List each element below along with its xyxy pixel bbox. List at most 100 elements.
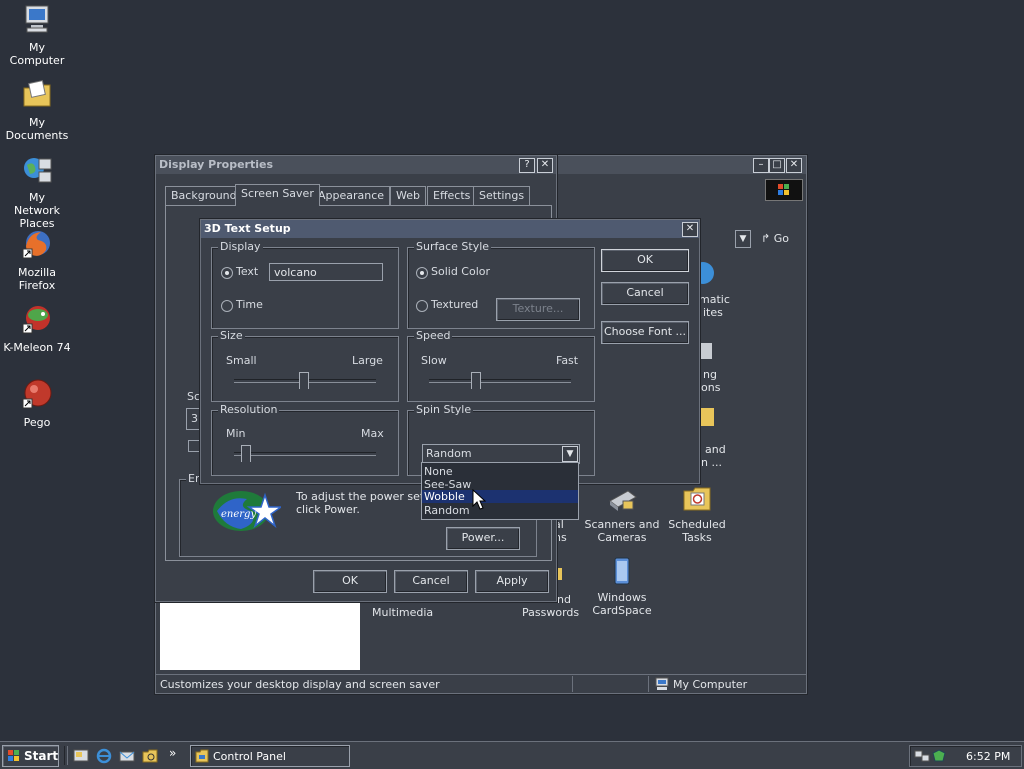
show-desktop-icon[interactable]: [73, 748, 89, 764]
power-button[interactable]: Power...: [446, 527, 520, 550]
maximize-button[interactable]: □: [769, 158, 785, 173]
partial-label: matic: [699, 293, 730, 306]
minimize-button[interactable]: –: [753, 158, 769, 173]
spin-option-wobble-highlight[interactable]: Wobble: [422, 490, 578, 503]
cancel-button[interactable]: Cancel: [394, 570, 468, 593]
printers-icon: [698, 343, 712, 359]
tab-strip: Background Screen Saver Appearance Web E…: [165, 184, 550, 206]
control-item-windows-cardspace[interactable]: Windows CardSpace: [582, 556, 662, 617]
solid-color-label: Solid Color: [431, 265, 491, 278]
task-control-panel[interactable]: Control Panel: [190, 745, 350, 767]
res-min-label: Min: [226, 427, 246, 440]
control-panel-icon: [195, 749, 209, 763]
desktop-icon-mozilla-firefox[interactable]: Mozilla Firefox: [0, 228, 74, 292]
speed-slow-label: Slow: [421, 354, 447, 367]
size-group: Size: [211, 329, 399, 402]
spin-option-none[interactable]: None: [424, 465, 453, 478]
desktop-icon-my-documents[interactable]: My Documents: [0, 78, 74, 142]
speed-slider-thumb[interactable]: [471, 372, 481, 389]
desktop-icon-label: Pego: [23, 416, 51, 429]
scheduled-tasks-icon: [683, 487, 711, 511]
choose-font-button[interactable]: Choose Font ...: [601, 321, 689, 344]
svg-text:energy: energy: [221, 509, 256, 520]
close-button[interactable]: ✕: [786, 158, 802, 173]
status-divider: [648, 676, 649, 692]
settings-button-partial[interactable]: [188, 440, 200, 452]
windows-explorer-icon[interactable]: [142, 748, 158, 764]
clock: 6:52 PM: [966, 750, 1011, 763]
desktop-icon-my-computer[interactable]: My Computer: [0, 3, 74, 67]
apply-button[interactable]: Apply: [475, 570, 549, 593]
size-slider-thumb[interactable]: [299, 372, 309, 389]
partial-label: Passwords: [522, 606, 580, 619]
energy-text-line2: click Power.: [296, 503, 360, 516]
go-arrow-icon: ↱: [761, 232, 771, 245]
desktop-icon-label: My Documents: [5, 116, 69, 142]
task-label: Control Panel: [213, 750, 286, 763]
solid-color-radio[interactable]: [416, 267, 428, 279]
status-bar: Customizes your desktop display and scre…: [156, 674, 806, 694]
display-properties-titlebar[interactable]: Display Properties: [156, 156, 556, 174]
close-button[interactable]: ✕: [537, 158, 553, 173]
desktop-icon-pego[interactable]: Pego: [0, 378, 74, 429]
texture-button[interactable]: Texture...: [496, 298, 580, 321]
partial-label: ons: [701, 381, 721, 394]
text-input[interactable]: [269, 263, 383, 281]
tab-screen-saver[interactable]: Screen Saver: [235, 184, 320, 206]
size-small-label: Small: [226, 354, 257, 367]
quicklaunch-chevron[interactable]: »: [169, 746, 176, 760]
close-button[interactable]: ✕: [682, 222, 698, 237]
taskbar-separator: [64, 746, 68, 765]
text3d-setup-dialog[interactable]: 3D Text Setup ✕ Display Text Time Surfac…: [200, 219, 700, 484]
control-item-scheduled-tasks[interactable]: Scheduled Tasks: [657, 483, 737, 544]
textured-radio[interactable]: [416, 300, 428, 312]
spin-style-combo[interactable]: Random ▼: [422, 444, 580, 464]
mouse-cursor-icon: [472, 489, 486, 510]
cardspace-icon: [614, 557, 630, 585]
setup-cancel-button[interactable]: Cancel: [601, 282, 689, 305]
resolution-slider-track[interactable]: [234, 452, 376, 456]
windows-flag-icon: [8, 750, 19, 761]
display-group: Display: [211, 240, 399, 329]
k-meleon-icon: [22, 306, 50, 334]
speed-slider-track[interactable]: [429, 379, 571, 383]
go-button[interactable]: ↱ Go: [761, 230, 789, 248]
spin-group-label: Spin Style: [414, 403, 474, 416]
security-tray-icon[interactable]: [932, 749, 946, 763]
speed-group: Speed: [407, 329, 595, 402]
tab-effects[interactable]: Effects: [427, 186, 477, 205]
desktop-icon-label: Mozilla Firefox: [18, 266, 56, 292]
chevron-down-icon[interactable]: ▼: [562, 446, 578, 462]
spin-style-dropdown-list[interactable]: None See-Saw Wobble Random: [421, 462, 579, 520]
size-large-label: Large: [352, 354, 383, 367]
time-radio[interactable]: [221, 300, 233, 312]
spin-style-selected: Random: [426, 447, 472, 460]
energy-star-icon: energy: [213, 491, 281, 531]
desktop-icon-k-meleon[interactable]: K-Meleon 74: [0, 303, 74, 354]
text-radio[interactable]: [221, 267, 233, 279]
internet-explorer-icon[interactable]: [96, 748, 112, 764]
network-tray-icon[interactable]: [914, 749, 930, 763]
resolution-slider-thumb[interactable]: [241, 445, 251, 462]
control-item-label: Windows CardSpace: [592, 591, 652, 617]
address-dropdown-arrow[interactable]: ▼: [735, 230, 751, 248]
setup-ok-button[interactable]: OK: [601, 249, 689, 272]
size-group-label: Size: [218, 329, 245, 342]
windows-logo: [765, 179, 803, 201]
help-button[interactable]: ?: [519, 158, 535, 173]
setup-titlebar[interactable]: 3D Text Setup: [201, 220, 699, 238]
desktop-icon-my-network-places[interactable]: My Network Places: [0, 153, 74, 230]
spin-option-random[interactable]: Random: [424, 504, 470, 517]
tab-background[interactable]: Background: [165, 186, 243, 205]
go-label: Go: [773, 232, 789, 245]
outlook-express-icon[interactable]: [119, 748, 135, 764]
windows-flag-icon: [778, 184, 789, 195]
start-button[interactable]: Start: [2, 745, 59, 767]
screensaver-group-label: Sc: [187, 390, 201, 403]
spin-option-wobble[interactable]: Wobble: [424, 490, 465, 503]
tab-appearance[interactable]: Appearance: [312, 186, 391, 205]
control-item-scanners-cameras[interactable]: Scanners and Cameras: [582, 483, 662, 544]
tab-web[interactable]: Web: [390, 186, 426, 205]
ok-button[interactable]: OK: [313, 570, 387, 593]
tab-settings[interactable]: Settings: [473, 186, 531, 205]
